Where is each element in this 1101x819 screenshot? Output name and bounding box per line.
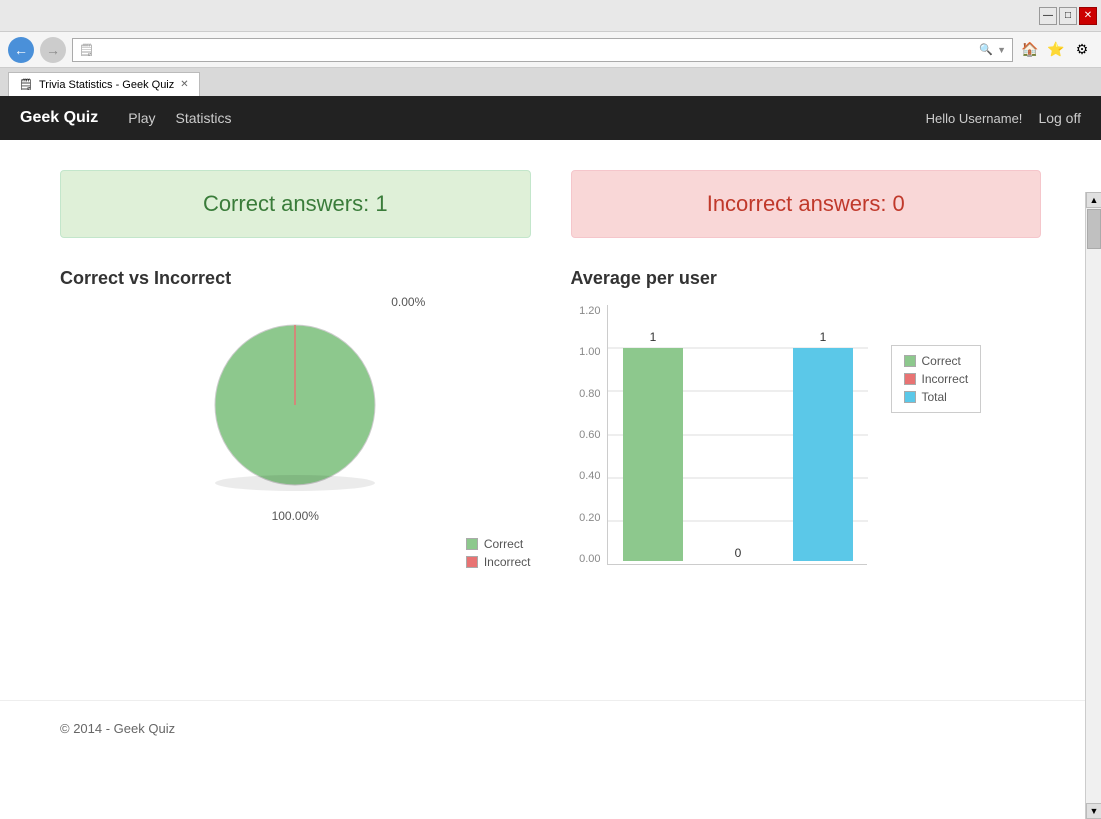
correct-stat-card: Correct answers: 1 bbox=[60, 170, 531, 238]
incorrect-stat-text: Incorrect answers: 0 bbox=[707, 191, 905, 216]
browser-toolbar-icons: 🏠 ⭐ ⚙ bbox=[1019, 39, 1093, 61]
bar-correct bbox=[623, 348, 683, 561]
forward-button[interactable]: → bbox=[40, 37, 66, 63]
y-label-2: 0.40 bbox=[579, 470, 600, 482]
main-content: Correct answers: 1 Incorrect answers: 0 … bbox=[0, 140, 1101, 700]
incorrect-legend-label: Incorrect bbox=[484, 555, 531, 569]
pie-chart-container: 0.00% 100.00% bbox=[60, 305, 531, 569]
bar-total-dot bbox=[904, 391, 916, 403]
address-bar: 🗒 http://localhost:20794/Home/Statistics… bbox=[72, 38, 1013, 62]
bar-correct-dot bbox=[904, 355, 916, 367]
pie-legend-incorrect: Incorrect bbox=[466, 555, 531, 569]
browser-toolbar: ← → 🗒 http://localhost:20794/Home/Statis… bbox=[0, 32, 1101, 68]
y-label-3: 0.60 bbox=[579, 429, 600, 441]
browser-titlebar: — □ ✕ bbox=[0, 0, 1101, 32]
bar-chart-title: Average per user bbox=[571, 268, 1042, 289]
window-controls: — □ ✕ bbox=[1039, 7, 1097, 25]
search-icon: 🔍 bbox=[979, 43, 993, 56]
charts-row: Correct vs Incorrect 0.00% bbox=[60, 268, 1041, 585]
bar-chart-legend: Correct Incorrect Total bbox=[891, 345, 982, 413]
pie-chart-svg bbox=[195, 305, 395, 505]
scroll-up-arrow[interactable]: ▲ bbox=[1086, 192, 1101, 208]
pie-chart-title: Correct vs Incorrect bbox=[60, 268, 531, 289]
app-nav: Geek Quiz Play Statistics Hello Username… bbox=[0, 96, 1101, 140]
nav-right: Hello Username! Log off bbox=[926, 110, 1081, 126]
scroll-thumb[interactable] bbox=[1087, 209, 1101, 249]
favorites-button[interactable]: ⭐ bbox=[1045, 39, 1067, 61]
back-button[interactable]: ← bbox=[8, 37, 34, 63]
bar-correct-value-label: 1 bbox=[649, 330, 656, 344]
correct-legend-label: Correct bbox=[484, 537, 523, 551]
dropdown-icon: ▼ bbox=[997, 45, 1006, 55]
y-label-4: 0.80 bbox=[579, 388, 600, 400]
y-label-1: 0.20 bbox=[579, 512, 600, 524]
y-axis: 1.20 1.00 0.80 0.60 0.40 0.20 0.00 bbox=[571, 305, 607, 565]
y-label-6: 1.20 bbox=[579, 305, 600, 317]
bar-incorrect-label: Incorrect bbox=[922, 372, 969, 386]
close-button[interactable]: ✕ bbox=[1079, 7, 1097, 25]
nav-statistics[interactable]: Statistics bbox=[175, 110, 231, 126]
scroll-down-arrow[interactable]: ▼ bbox=[1086, 803, 1101, 819]
home-button[interactable]: 🏠 bbox=[1019, 39, 1041, 61]
scrollbar[interactable]: ▲ ▼ bbox=[1085, 192, 1101, 819]
bar-legend-correct: Correct bbox=[904, 354, 969, 368]
pie-chart-section: Correct vs Incorrect 0.00% bbox=[60, 268, 531, 569]
tab-icon: 🗒 bbox=[19, 78, 33, 91]
stats-cards: Correct answers: 1 Incorrect answers: 0 bbox=[60, 170, 1041, 238]
y-label-5: 1.00 bbox=[579, 346, 600, 358]
bar-incorrect-value-label: 0 bbox=[734, 546, 741, 560]
settings-button[interactable]: ⚙ bbox=[1071, 39, 1093, 61]
bar-total bbox=[793, 348, 853, 561]
nav-play[interactable]: Play bbox=[128, 110, 155, 126]
page-icon: 🗒 bbox=[79, 43, 94, 57]
correct-legend-dot bbox=[466, 538, 478, 550]
tab-close-icon[interactable]: ✕ bbox=[180, 79, 188, 90]
pie-incorrect-pct-label: 0.00% bbox=[391, 295, 425, 309]
bars-area: 1 0 1 Correct Incorrect Total bbox=[607, 305, 867, 565]
active-tab[interactable]: 🗒 Trivia Statistics - Geek Quiz ✕ bbox=[8, 72, 200, 96]
footer-text: © 2014 - Geek Quiz bbox=[60, 721, 175, 736]
tabs-bar: 🗒 Trivia Statistics - Geek Quiz ✕ bbox=[0, 68, 1101, 96]
y-label-0: 0.00 bbox=[579, 553, 600, 565]
pie-correct-pct-label: 100.00% bbox=[272, 509, 319, 523]
bar-chart-wrapper: 1.20 1.00 0.80 0.60 0.40 0.20 0.00 bbox=[571, 305, 1042, 585]
bar-total-value-label: 1 bbox=[819, 330, 826, 344]
nav-user: Hello Username! bbox=[926, 111, 1023, 126]
tab-title: Trivia Statistics - Geek Quiz bbox=[39, 79, 174, 91]
incorrect-stat-card: Incorrect answers: 0 bbox=[571, 170, 1042, 238]
bar-incorrect-dot bbox=[904, 373, 916, 385]
bar-legend-incorrect: Incorrect bbox=[904, 372, 969, 386]
incorrect-legend-dot bbox=[466, 556, 478, 568]
bar-correct-label: Correct bbox=[922, 354, 961, 368]
bar-chart-area: 1.20 1.00 0.80 0.60 0.40 0.20 0.00 bbox=[571, 305, 871, 585]
nav-brand[interactable]: Geek Quiz bbox=[20, 109, 98, 127]
url-input[interactable]: http://localhost:20794/Home/Statistics bbox=[98, 43, 975, 57]
minimize-button[interactable]: — bbox=[1039, 7, 1057, 25]
correct-stat-text: Correct answers: 1 bbox=[203, 191, 388, 216]
nav-logoff[interactable]: Log off bbox=[1038, 110, 1081, 126]
bar-total-label: Total bbox=[922, 390, 947, 404]
bar-chart-section: Average per user 1.20 1.00 0.80 0.60 0.4… bbox=[571, 268, 1042, 585]
footer: © 2014 - Geek Quiz bbox=[0, 700, 1101, 756]
maximize-button[interactable]: □ bbox=[1059, 7, 1077, 25]
bar-legend-total: Total bbox=[904, 390, 969, 404]
bars-svg: 1 0 1 Correct Incorrect Total bbox=[608, 305, 868, 565]
pie-legend-correct: Correct bbox=[466, 537, 531, 551]
